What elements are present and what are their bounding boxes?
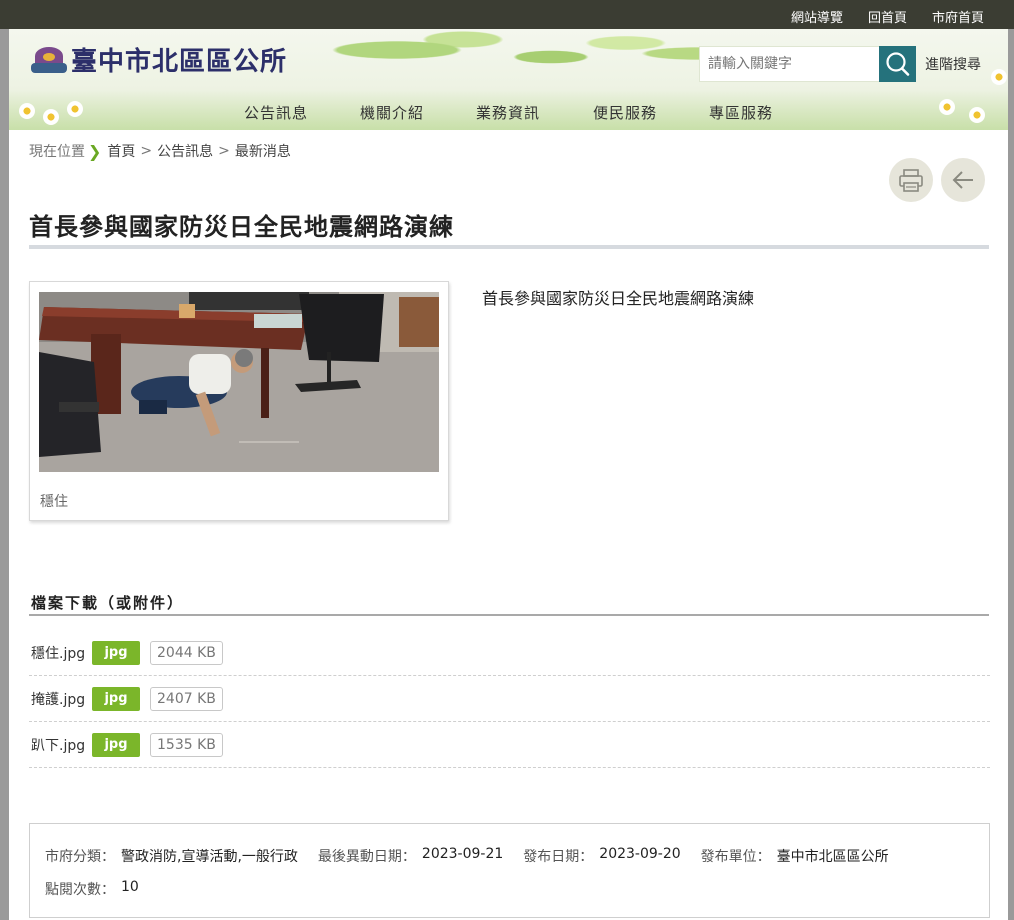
advanced-search-link[interactable]: 進階搜尋 <box>925 54 981 74</box>
page-title: 首長參與國家防災日全民地震網路演練 <box>29 213 454 241</box>
top-bar: 網站導覽 回首頁 市府首頁 <box>0 0 1014 29</box>
attachment-row[interactable]: 趴下.jpg jpg 1535 KB <box>29 722 990 768</box>
breadcrumb-item-home[interactable]: 首頁 <box>107 141 135 161</box>
photo-card[interactable]: 穩住 <box>29 281 449 521</box>
article-photo[interactable] <box>39 292 439 472</box>
nav-item-citizen-services[interactable]: 便民服務 <box>593 102 657 123</box>
file-type-badge: jpg <box>92 733 140 757</box>
nav-item-about[interactable]: 機關介紹 <box>360 102 424 123</box>
article-meta: 市府分類： 警政消防,宣導活動,一般行政 最後異動日期： 2023-09-21 … <box>29 823 990 918</box>
attachment-row[interactable]: 穩住.jpg jpg 2044 KB <box>29 630 990 676</box>
meta-views-value: 10 <box>121 879 139 895</box>
file-type-badge: jpg <box>92 641 140 665</box>
search-icon <box>886 52 910 76</box>
attachment-file-name[interactable]: 穩住.jpg <box>31 643 85 663</box>
photo-caption: 穩住 <box>40 494 68 510</box>
meta-unit-value: 臺中市北區區公所 <box>776 849 889 865</box>
search-field[interactable] <box>699 46 881 82</box>
breadcrumb-label: 現在位置 <box>29 144 85 160</box>
main-nav: 公告訊息 機關介紹 業務資訊 便民服務 專區服務 <box>9 95 1008 130</box>
page-frame-right <box>1008 0 1014 920</box>
arrow-left-icon <box>952 171 973 189</box>
home-link[interactable]: 回首頁 <box>868 7 907 26</box>
attachments-heading: 檔案下載（或附件） <box>31 594 185 612</box>
meta-modified-label: 最後異動日期： <box>317 849 416 865</box>
nav-item-announcements[interactable]: 公告訊息 <box>244 102 308 123</box>
nav-item-special-services[interactable]: 專區服務 <box>709 102 773 123</box>
article-description: 首長參與國家防災日全民地震網路演練 <box>482 289 755 308</box>
daisy-decoration <box>991 69 1007 85</box>
breadcrumb-separator: > <box>140 143 153 159</box>
attachments-divider <box>29 614 989 616</box>
meta-views-label: 點閱次數： <box>45 882 115 898</box>
attachment-file-name[interactable]: 掩護.jpg <box>31 689 85 709</box>
sitemap-link[interactable]: 網站導覽 <box>791 7 843 26</box>
file-size-badge: 1535 KB <box>150 733 223 757</box>
search-button[interactable] <box>879 46 916 82</box>
meta-category-value: 警政消防,宣導活動,一般行政 <box>121 849 298 865</box>
meta-line-secondary: 點閱次數： 10 <box>45 879 159 899</box>
meta-published-value: 2023-09-20 <box>599 846 681 862</box>
file-size-badge: 2407 KB <box>150 687 223 711</box>
breadcrumb-separator: > <box>218 143 230 159</box>
title-divider <box>29 245 989 249</box>
site-logo[interactable]: 臺中市北區區公所 <box>31 41 287 78</box>
meta-line-primary: 市府分類： 警政消防,宣導活動,一般行政 最後異動日期： 2023-09-21 … <box>45 846 909 866</box>
meta-published-label: 發布日期： <box>523 849 594 865</box>
attachment-row[interactable]: 掩護.jpg jpg 2407 KB <box>29 676 990 722</box>
leaf-decoration <box>309 29 749 99</box>
meta-unit-label: 發布單位： <box>700 849 771 865</box>
file-size-badge: 2044 KB <box>150 641 223 665</box>
attachment-file-name[interactable]: 趴下.jpg <box>31 735 85 755</box>
city-home-link[interactable]: 市府首頁 <box>932 7 984 26</box>
print-button[interactable] <box>889 158 933 202</box>
printer-icon <box>899 169 923 192</box>
meta-modified-value: 2023-09-21 <box>421 846 504 862</box>
earthquake-drill-photo <box>39 292 439 472</box>
file-type-badge: jpg <box>92 687 140 711</box>
meta-category-label: 市府分類： <box>45 849 115 865</box>
logo-emblem-icon <box>31 43 69 77</box>
breadcrumb: 現在位置 ❯ 首頁 > 公告訊息 > 最新消息 <box>29 141 291 161</box>
search-input[interactable] <box>700 47 880 81</box>
chevron-right-icon: ❯ <box>88 141 102 161</box>
nav-item-business-info[interactable]: 業務資訊 <box>476 102 540 123</box>
breadcrumb-item-latest-news[interactable]: 最新消息 <box>235 141 291 161</box>
back-button[interactable] <box>941 158 985 202</box>
breadcrumb-item-announcements[interactable]: 公告訊息 <box>157 141 213 161</box>
site-title: 臺中市北區區公所 <box>71 47 288 77</box>
page-frame-left <box>0 0 9 920</box>
